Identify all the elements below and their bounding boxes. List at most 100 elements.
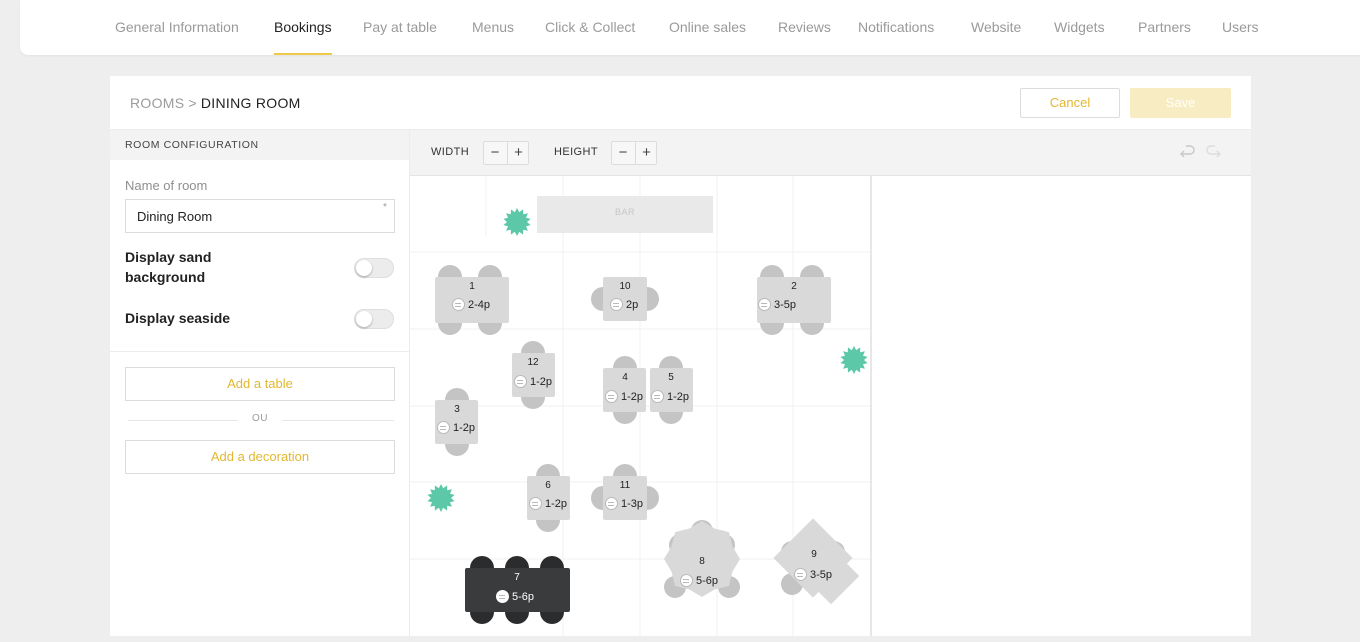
- panel-title: ROOM CONFIGURATION: [110, 130, 409, 160]
- table-capacity: 3-5p: [794, 568, 832, 581]
- table-capacity: 1-2p: [437, 421, 475, 434]
- capacity-text: 3-5p: [774, 298, 797, 311]
- seaside-label: Display seaside: [125, 310, 231, 326]
- capacity-icon: [605, 390, 618, 403]
- decorations: [427, 208, 868, 512]
- table-number: 7: [514, 572, 520, 583]
- capacity-icon: [437, 421, 450, 434]
- room-name-input[interactable]: [125, 199, 395, 233]
- floor-plan-editor: WIDTH − + HEIGHT − + BAR 1 2-4p 10 2p 2 …: [410, 130, 1251, 636]
- tab-users[interactable]: Users: [1222, 0, 1259, 55]
- table-11[interactable]: [591, 464, 659, 520]
- sand-background-label: Display sand background: [125, 249, 212, 285]
- table-capacity: 3-5p: [758, 298, 796, 311]
- height-decrease-button[interactable]: −: [612, 142, 634, 164]
- table-capacity: 1-2p: [651, 390, 689, 403]
- required-mark: *: [383, 202, 387, 213]
- cancel-button[interactable]: Cancel: [1020, 88, 1120, 118]
- capacity-icon: [651, 390, 664, 403]
- capacity-icon: [514, 375, 527, 388]
- toggle-knob: [356, 260, 372, 276]
- undo-icon[interactable]: [1178, 144, 1198, 162]
- breadcrumb-rooms[interactable]: ROOMS: [130, 95, 184, 111]
- add-decoration-button[interactable]: Add a decoration: [125, 440, 395, 474]
- table-number: 1: [469, 281, 475, 292]
- tab-click-collect[interactable]: Click & Collect: [545, 0, 635, 55]
- save-button[interactable]: Save: [1130, 88, 1231, 118]
- capacity-icon: [496, 590, 509, 603]
- add-table-button[interactable]: Add a table: [125, 367, 395, 401]
- table-capacity: 1-2p: [605, 390, 643, 403]
- capacity-text: 1-2p: [545, 497, 568, 510]
- breadcrumb-current: DINING ROOM: [200, 95, 301, 111]
- editor-toolbar: WIDTH − + HEIGHT − +: [410, 130, 1251, 176]
- capacity-icon: [680, 574, 693, 587]
- or-separator: OU: [252, 413, 268, 424]
- capacity-icon: [605, 497, 618, 510]
- height-label: HEIGHT: [554, 146, 598, 158]
- tab-online-sales[interactable]: Online sales: [669, 0, 746, 55]
- plant-icon[interactable]: [840, 346, 868, 374]
- capacity-text: 1-2p: [530, 375, 553, 388]
- capacity-text: 3-5p: [810, 568, 833, 581]
- bar-label: BAR: [614, 207, 635, 217]
- floor-plan-canvas[interactable]: BAR 1 2-4p 10 2p 2 3-5p 12 1-2p 4 1-2p 5 1-2p 3 1-2p 6…: [410, 176, 1251, 636]
- capacity-text: 1-2p: [667, 390, 690, 403]
- capacity-text: 1-2p: [621, 390, 644, 403]
- tab-pay-at-table[interactable]: Pay at table: [363, 0, 437, 55]
- tab-general-information[interactable]: General Information: [115, 0, 239, 55]
- table-capacity: 2-4p: [452, 298, 490, 311]
- table-number: 2: [791, 281, 797, 292]
- divider: [110, 351, 409, 352]
- table-number: 5: [668, 372, 674, 383]
- capacity-icon: [610, 298, 623, 311]
- table-number: 11: [619, 480, 631, 491]
- redo-icon[interactable]: [1203, 144, 1223, 162]
- plant-icon[interactable]: [503, 208, 531, 236]
- table-capacity: 1-3p: [605, 497, 643, 510]
- divider: [128, 420, 238, 421]
- room-name-label: Name of room: [125, 178, 208, 193]
- toggle-knob: [356, 311, 372, 327]
- width-decrease-button[interactable]: −: [484, 142, 506, 164]
- table-number: 4: [622, 372, 628, 383]
- capacity-text: 5-6p: [696, 574, 719, 587]
- seaside-toggle[interactable]: [354, 309, 394, 329]
- capacity-icon: [794, 568, 807, 581]
- table-number: 6: [545, 480, 551, 491]
- tab-menus[interactable]: Menus: [472, 0, 514, 55]
- table-number: 12: [527, 357, 539, 368]
- table-number: 3: [454, 404, 460, 415]
- sand-background-toggle[interactable]: [354, 258, 394, 278]
- table-number: 10: [619, 281, 631, 292]
- room-configuration-panel: ROOM CONFIGURATION Name of room * Displa…: [110, 130, 410, 636]
- card-header: ROOMS > DINING ROOM Cancel Save: [110, 76, 1251, 130]
- tab-partners[interactable]: Partners: [1138, 0, 1191, 55]
- chevron-right-icon: >: [188, 95, 197, 111]
- table-capacity: 1-2p: [514, 375, 552, 388]
- capacity-icon: [758, 298, 771, 311]
- capacity-text: 2p: [626, 298, 639, 311]
- height-stepper: − +: [611, 141, 657, 165]
- height-increase-button[interactable]: +: [635, 142, 657, 164]
- tab-bookings[interactable]: Bookings: [274, 0, 332, 55]
- room-editor-card: ROOMS > DINING ROOM Cancel Save ROOM CONFI…: [110, 76, 1251, 636]
- table-number: 9: [811, 549, 817, 560]
- table-9[interactable]: [773, 518, 860, 605]
- plant-icon[interactable]: [427, 484, 455, 512]
- capacity-text: 1-3p: [621, 497, 644, 510]
- floor-plan-drawing: [410, 176, 872, 636]
- tab-website[interactable]: Website: [971, 0, 1021, 55]
- table-number: 8: [699, 556, 705, 567]
- capacity-icon: [529, 497, 542, 510]
- table-capacity: 2p: [610, 298, 638, 311]
- tab-reviews[interactable]: Reviews: [778, 0, 831, 55]
- capacity-text: 5-6p: [512, 590, 535, 603]
- width-label: WIDTH: [431, 146, 470, 158]
- width-increase-button[interactable]: +: [507, 142, 529, 164]
- tab-widgets[interactable]: Widgets: [1054, 0, 1105, 55]
- tab-notifications[interactable]: Notifications: [858, 0, 934, 55]
- top-navigation: General Information Bookings Pay at tabl…: [20, 0, 1360, 55]
- capacity-icon: [452, 298, 465, 311]
- width-stepper: − +: [483, 141, 529, 165]
